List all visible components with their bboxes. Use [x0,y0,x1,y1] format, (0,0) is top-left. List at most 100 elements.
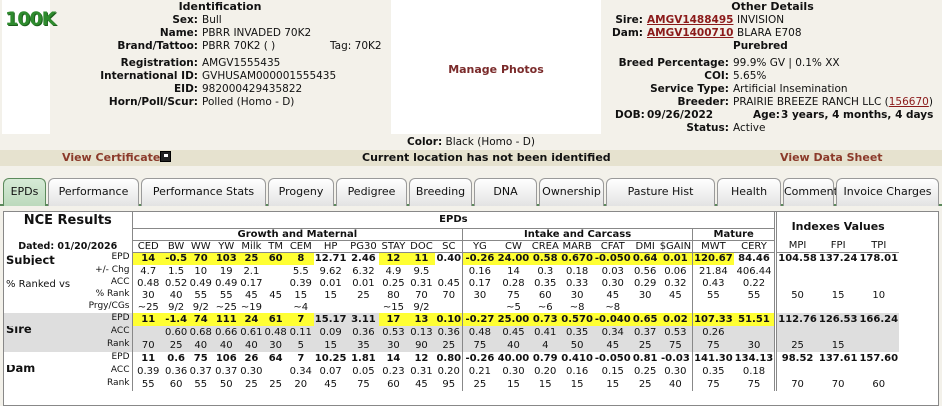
epd-value-cell: 30 [638,289,652,301]
epd-value-cell: 75 [507,289,520,301]
tab-performance-stats[interactable]: Performance Stats [141,178,266,206]
epd-value-cell: 55 [692,289,734,301]
epd-value-cell: 25 [239,252,264,265]
epd-value-cell: 0.33 [565,277,589,289]
epd-value-cell: 0.73 [530,313,561,326]
epd-value-cell: 9.5 [413,265,430,277]
row-label-cell: EPD [4,352,132,365]
epd-value-cell [659,301,693,313]
epd-value-cell: 0.11 [287,326,314,339]
view-data-sheet-link[interactable]: View Data Sheet [780,151,883,164]
epd-value-cell: 6.32 [352,265,375,277]
row-label-cell: ACC Sire [4,326,132,339]
epd-value-cell: 0.40 [436,253,462,265]
tab-health[interactable]: Health [717,178,781,206]
epd-value-cell: 103 [213,252,240,265]
epd-value-cell [131,326,164,339]
tab-breeding[interactable]: Breeding [409,178,472,206]
epd-value-cell: 0.81 [632,353,658,364]
epd-value-cell: 75 [357,379,370,390]
epd-value-cell: 15 [294,289,308,301]
column-header: BW [164,240,189,253]
epd-value-cell: 45 [593,339,632,352]
epd-value-cell: -1.4 [164,313,189,326]
column-header: WW [188,240,214,253]
epd-value-cell: 0.570 [560,313,594,326]
epd-value-cell [858,339,900,352]
color-label: Color: [407,136,443,148]
nce-title: NCE Results [23,212,112,228]
epd-value-cell: 75 [193,353,208,364]
row-sub-label: EPD [111,352,130,362]
epd-value-cell: 84.46 [738,253,770,265]
sire-registration-link[interactable]: AMGV1488495 [647,14,733,27]
epd-value-cell [858,301,899,313]
epd-value-cell: 20 [294,379,308,390]
row-sub-label: Prgy/CGs [88,301,130,311]
epd-value-cell: 60 [387,379,400,390]
epd-value-cell: 106 [215,353,237,364]
epd-value-cell: 0.02 [658,313,693,326]
epd-value-cell: 0.64 [631,252,659,265]
epd-value-cell: -0.050 [593,252,632,265]
epd-value-cell: 30 [570,289,584,301]
epd-table: NCE Results EPDs Indexes Values Dated: 01/2… [4,212,900,391]
epd-value-cell: 70 [415,289,428,301]
tab-epds[interactable]: EPDs [3,178,46,206]
other-field-row: Breed Percentage: 99.9% GV | 0.1% XX [603,57,942,70]
other-field-row: COI: 5.65% [603,70,942,83]
id-field-row: Brand/Tattoo: PBRR 70K2 ( ) Tag: 70K2 [50,40,390,53]
epd-value-cell: 11 [131,352,164,365]
tab-performance[interactable]: Performance [48,178,139,206]
tab-ownership[interactable]: Ownership [539,178,604,206]
epd-value-cell: 0.18 [742,366,766,377]
tab-comments[interactable]: Comments [783,178,844,206]
tab-pedigree[interactable]: Pedigree [336,178,407,206]
tab-invoice-charges[interactable]: Invoice Charges [836,178,939,206]
breeder-link[interactable]: 156670 [889,96,929,108]
id-field-value: PBRR 70K2 ( ) [202,40,276,52]
epd-value-cell: 0.36 [165,366,188,377]
epd-value-cell: 0.26 [692,326,734,339]
epd-value-cell [858,265,899,277]
epd-value-cell [435,265,462,277]
tab-progeny[interactable]: Progeny [268,178,334,206]
column-header: TPI [858,240,900,253]
row-label-cell: ACC % Ranked vs Active Gelbvieh Sires [4,277,132,289]
epd-value-cell [264,265,288,277]
id-field-label: Registration: [120,57,198,69]
age-label: Age: [753,109,780,121]
certificate-icon[interactable] [160,151,171,162]
other-details-panel: Other Details Sire: AMGV1488495 INVISION… [603,0,942,134]
column-header: CED [131,240,164,253]
tab-pasture-hist[interactable]: Pasture Hist [606,178,715,206]
epd-value-cell: 45 [669,289,682,301]
epd-value-cell: 11 [407,252,436,265]
epd-value-cell: 15.17 [313,313,348,326]
epd-value-cell: -0.5 [164,252,189,265]
row-sub-label: ACC [110,326,130,336]
epd-value-cell [733,326,776,339]
view-certificate-link[interactable]: View Certificate [62,151,160,164]
group-intake: Intake and Carcass [462,228,693,241]
epd-value-cell: 10 [194,265,208,277]
epd-value-cell: 0.07 [319,366,342,377]
epd-value-cell: 9/2 [413,301,430,313]
epd-value-cell: ~8 [569,301,585,313]
id-field-label: Horn/Poll/Scur: [108,96,198,108]
column-header: CW [496,240,531,253]
epd-value-cell: 60 [538,289,552,301]
epd-value-cell [264,301,288,313]
epd-value-cell: 126.53 [817,313,859,326]
epd-value-cell: 0.48 [462,326,497,339]
epd-value-cell: 15 [831,289,845,301]
epd-value-cell [774,277,818,289]
manage-photos-link[interactable]: Manage Photos [391,63,601,76]
epd-value-cell: 0.45 [496,326,531,339]
epd-value-cell: 21.84 [692,265,734,277]
epd-value-cell: 98.52 [774,352,818,365]
tab-dna[interactable]: DNA [474,178,537,206]
dam-registration-link[interactable]: AMGV1400710 [647,27,733,40]
epd-value-cell: -0.03 [660,353,690,364]
row-sub-label: EPD [111,252,130,262]
